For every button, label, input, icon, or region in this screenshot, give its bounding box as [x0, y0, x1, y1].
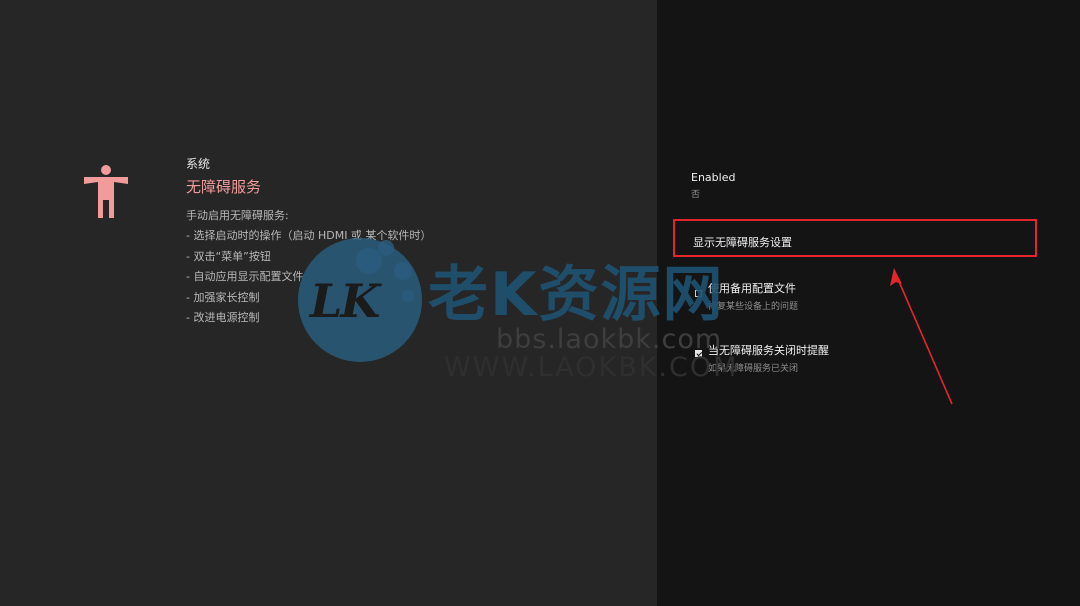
watermark-logo-text: LK — [310, 274, 380, 328]
accessibility-person-icon — [84, 165, 128, 218]
watermark-bubble — [394, 262, 412, 280]
breadcrumb: 系统 — [186, 157, 211, 171]
page-title: 无障碍服务 — [186, 178, 262, 196]
setting-enabled-value: 否 — [691, 190, 701, 200]
watermark-bubble — [378, 240, 394, 256]
setting-enabled[interactable]: Enabled 否 — [691, 171, 735, 200]
watermark-www: WWW.LAOKBK.COM — [444, 352, 739, 383]
screen: 系统 无障碍服务 手动启用无障碍服务: - 选择启动时的操作（启动 HDMI 或… — [0, 0, 1080, 606]
setting-enabled-title: Enabled — [691, 171, 736, 184]
watermark-url: bbs.laokbk.com — [496, 324, 723, 355]
watermark-bubble — [402, 290, 414, 302]
watermark: LK 老K资源网 bbs.laokbk.com WWW.LAOKBK.COM — [298, 238, 798, 388]
watermark-brand: 老K资源网 — [428, 260, 725, 330]
description-line: 手动启用无障碍服务: — [186, 209, 289, 222]
red-arrow-icon — [890, 268, 953, 405]
